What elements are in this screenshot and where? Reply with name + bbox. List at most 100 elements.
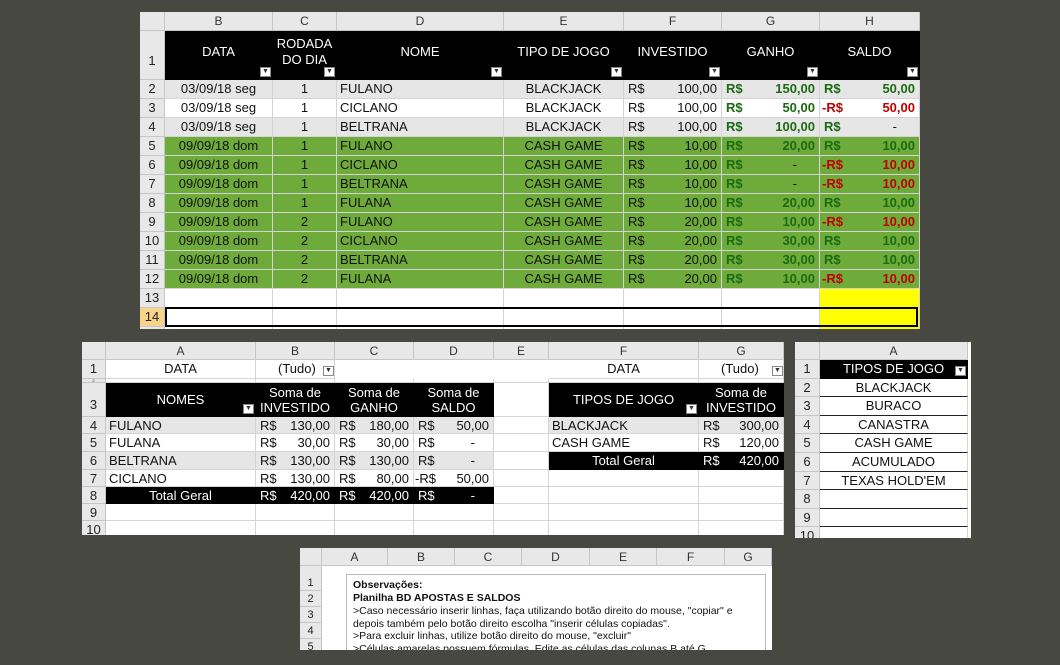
filter-dropdown-icon[interactable]: ▼ bbox=[955, 366, 966, 376]
investido-cell[interactable]: R$ 100,00 bbox=[624, 80, 722, 99]
empty-cell[interactable] bbox=[494, 470, 549, 487]
pivot-total-investido[interactable]: R$ 420,00 bbox=[256, 487, 335, 504]
column-header-H[interactable]: H bbox=[820, 12, 920, 31]
column-header-E[interactable]: E bbox=[494, 342, 549, 360]
filter-dropdown-icon[interactable]: ▼ bbox=[772, 366, 783, 376]
pivot-saldo-cell[interactable]: R$ - bbox=[414, 434, 494, 452]
column-title-1[interactable]: RODADA DO DIA ▼ bbox=[273, 31, 337, 80]
ganho-cell[interactable]: R$ 10,00 bbox=[722, 270, 820, 289]
pivot-saldo-cell[interactable]: R$ - bbox=[414, 452, 494, 470]
tipo-cell[interactable]: BLACKJACK bbox=[504, 118, 624, 137]
saldo-cell[interactable]: R$ 10,00 bbox=[820, 137, 920, 156]
investido-cell[interactable]: R$ 20,00 bbox=[624, 270, 722, 289]
nome-cell[interactable]: FULANA bbox=[337, 270, 504, 289]
row-header-9[interactable]: 9 bbox=[140, 213, 165, 232]
saldo-cell[interactable]: -R$ 10,00 bbox=[820, 213, 920, 232]
nome-cell[interactable]: BELTRANA bbox=[337, 118, 504, 137]
row-header-4[interactable]: 4 bbox=[82, 417, 106, 434]
row-header-3[interactable]: 3 bbox=[300, 607, 322, 623]
row-header-3[interactable]: 3 bbox=[795, 397, 820, 416]
empty-cell[interactable] bbox=[820, 508, 968, 528]
select-all-corner[interactable] bbox=[82, 342, 106, 360]
game-type-item[interactable]: TEXAS HOLD'EM bbox=[820, 471, 968, 491]
empty-cell[interactable] bbox=[165, 327, 273, 329]
row-header-6[interactable]: 6 bbox=[82, 452, 106, 470]
data-cell[interactable]: 09/09/18 dom bbox=[165, 251, 273, 270]
row-header-3[interactable]: 3 bbox=[82, 383, 106, 417]
row-header-4[interactable]: 4 bbox=[795, 415, 820, 435]
ganho-cell[interactable]: R$ 150,00 bbox=[722, 80, 820, 99]
row-header-2[interactable]: 2 bbox=[140, 80, 165, 99]
pivot-investido-cell[interactable]: R$ 130,00 bbox=[256, 470, 335, 487]
filter-dropdown-icon[interactable]: ▼ bbox=[243, 404, 254, 414]
pivot-total-saldo[interactable]: R$ - bbox=[414, 487, 494, 504]
row-header-5[interactable]: 5 bbox=[795, 434, 820, 453]
empty-cell[interactable] bbox=[494, 383, 549, 417]
filter-dropdown-icon[interactable]: ▼ bbox=[491, 67, 502, 77]
pivot-ganho-cell[interactable]: R$ 130,00 bbox=[335, 452, 414, 470]
row-header-11[interactable]: 11 bbox=[140, 251, 165, 270]
row-header-1[interactable]: 1 bbox=[300, 575, 322, 591]
saldo-cell[interactable]: R$ 10,00 bbox=[820, 251, 920, 270]
tipo-cell[interactable]: CASH GAME bbox=[504, 232, 624, 251]
empty-cell[interactable] bbox=[335, 521, 414, 535]
empty-cell[interactable] bbox=[414, 504, 494, 521]
rodada-cell[interactable]: 1 bbox=[273, 99, 337, 118]
data-cell[interactable]: 09/09/18 dom bbox=[165, 270, 273, 289]
empty-cell[interactable] bbox=[106, 521, 256, 535]
pivot2-investido-cell[interactable]: R$ 300,00 bbox=[699, 417, 784, 434]
row-header-15[interactable]: 15 bbox=[140, 327, 165, 329]
column-header-G[interactable]: G bbox=[725, 548, 772, 566]
column-header-A[interactable]: A bbox=[820, 342, 968, 360]
filter-dropdown-icon[interactable]: ▼ bbox=[907, 67, 918, 77]
pivot-investido-cell[interactable]: R$ 30,00 bbox=[256, 434, 335, 452]
data-cell[interactable]: 09/09/18 dom bbox=[165, 213, 273, 232]
empty-cell[interactable] bbox=[504, 327, 624, 329]
empty-cell[interactable] bbox=[337, 289, 504, 308]
row-header-10[interactable]: 10 bbox=[795, 527, 820, 538]
pivot-saldo-cell[interactable]: R$ 50,00 bbox=[414, 417, 494, 434]
rodada-cell[interactable]: 2 bbox=[273, 270, 337, 289]
row-header-2[interactable]: 2 bbox=[795, 378, 820, 398]
nome-cell[interactable]: BELTRANA bbox=[337, 251, 504, 270]
filter-dropdown-icon[interactable]: ▼ bbox=[611, 67, 622, 77]
game-type-item[interactable]: CASH GAME bbox=[820, 434, 968, 453]
pivot2-investido-cell[interactable]: R$ 120,00 bbox=[699, 434, 784, 452]
empty-cell[interactable] bbox=[494, 521, 549, 535]
rodada-cell[interactable]: 1 bbox=[273, 137, 337, 156]
saldo-cell[interactable]: R$ 10,00 bbox=[820, 194, 920, 213]
empty-cell[interactable] bbox=[549, 521, 699, 535]
row-header-2[interactable]: 2 bbox=[300, 591, 322, 607]
nome-cell[interactable]: FULANO bbox=[337, 137, 504, 156]
data-cell[interactable]: 03/09/18 seg bbox=[165, 80, 273, 99]
row-header-13[interactable]: 13 bbox=[140, 289, 165, 308]
pivot-name-cell[interactable]: FULANO bbox=[106, 417, 256, 434]
ganho-cell[interactable]: R$ 100,00 bbox=[722, 118, 820, 137]
empty-cell[interactable] bbox=[722, 289, 820, 308]
column-header-E[interactable]: E bbox=[590, 548, 657, 566]
nome-cell[interactable]: CICLANO bbox=[337, 232, 504, 251]
pivot-header-2[interactable]: Soma de GANHO bbox=[335, 383, 414, 417]
tipo-cell[interactable]: CASH GAME bbox=[504, 175, 624, 194]
pivot-ganho-cell[interactable]: R$ 80,00 bbox=[335, 470, 414, 487]
empty-cell[interactable] bbox=[273, 289, 337, 308]
row-header-1[interactable]: 1 bbox=[82, 360, 106, 379]
data-cell[interactable]: 09/09/18 dom bbox=[165, 232, 273, 251]
column-title-0[interactable]: DATA ▼ bbox=[165, 31, 273, 80]
saldo-cell[interactable]: -R$ 10,00 bbox=[820, 175, 920, 194]
rodada-cell[interactable]: 1 bbox=[273, 194, 337, 213]
game-types-header[interactable]: TIPOS DE JOGO bbox=[820, 360, 968, 379]
tipo-cell[interactable]: CASH GAME bbox=[504, 137, 624, 156]
empty-cell[interactable] bbox=[699, 487, 784, 504]
row-header-3[interactable]: 3 bbox=[140, 99, 165, 118]
data-cell[interactable]: 09/09/18 dom bbox=[165, 156, 273, 175]
nome-cell[interactable]: BELTRANA bbox=[337, 175, 504, 194]
nome-cell[interactable]: CICLANO bbox=[337, 99, 504, 118]
empty-cell[interactable] bbox=[335, 504, 414, 521]
empty-cell[interactable] bbox=[820, 527, 968, 538]
column-header-F[interactable]: F bbox=[624, 12, 722, 31]
investido-cell[interactable]: R$ 10,00 bbox=[624, 175, 722, 194]
rodada-cell[interactable]: 1 bbox=[273, 118, 337, 137]
pivot-header-3[interactable]: Soma de SALDO bbox=[414, 383, 494, 417]
row-header-4[interactable]: 4 bbox=[140, 118, 165, 137]
